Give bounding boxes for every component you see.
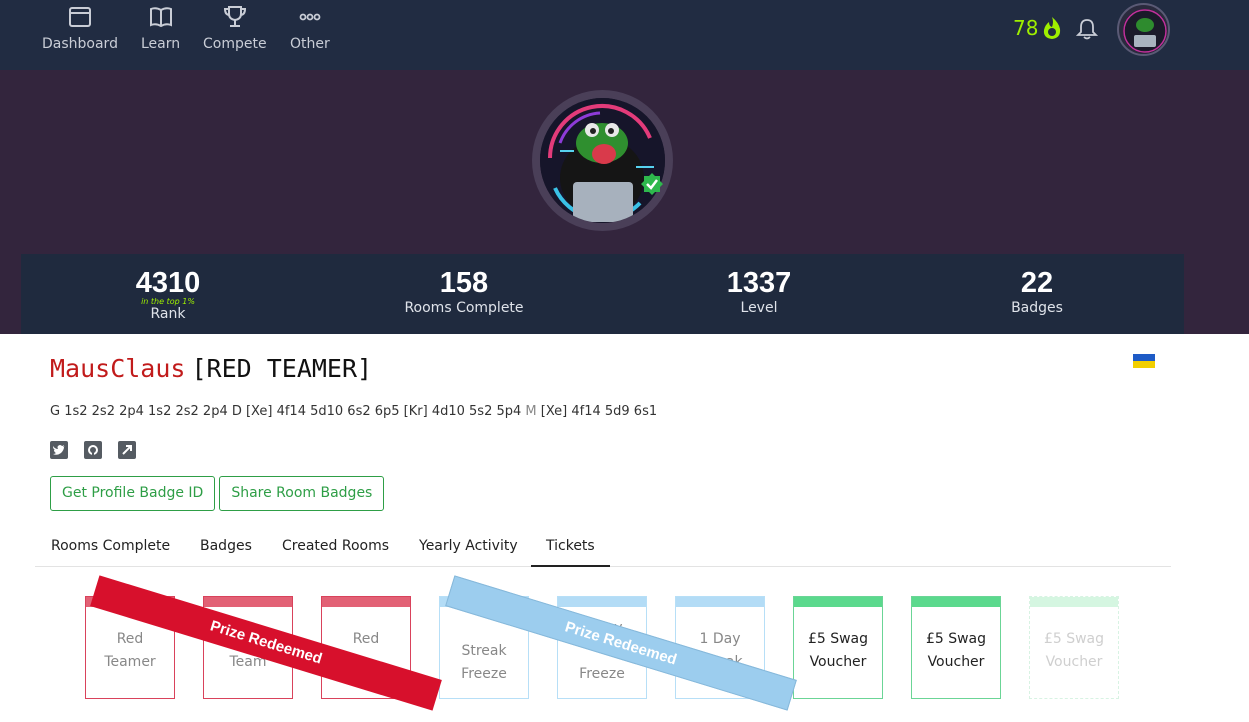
nav-compete[interactable]: Compete bbox=[203, 4, 267, 52]
rank-percentile-note: in the top 1% bbox=[141, 297, 195, 306]
twitter-icon[interactable] bbox=[50, 441, 68, 459]
username: MausClaus bbox=[50, 354, 186, 383]
nav-learn-label: Learn bbox=[141, 36, 181, 52]
avatar-image bbox=[1123, 9, 1167, 53]
stat-badges: 22 Badges bbox=[957, 266, 1117, 316]
bio-text-part1: G 1s2 2s2 2p4 1s2 2s2 2p4 D [Xe] 4f14 5d… bbox=[50, 404, 526, 419]
nav-learn[interactable]: Learn bbox=[141, 4, 180, 52]
ticket-swag-voucher[interactable]: £5 Swag Voucher bbox=[793, 596, 883, 699]
ticket-line: Streak bbox=[461, 643, 507, 659]
profile-tabs: Rooms Complete Badges Created Rooms Year… bbox=[35, 532, 1171, 567]
share-room-badges-button[interactable]: Share Room Badges bbox=[219, 476, 385, 511]
stat-level: 1337 Level bbox=[679, 266, 839, 316]
tab-tickets[interactable]: Tickets bbox=[531, 532, 610, 567]
browser-window-icon bbox=[68, 7, 91, 27]
ticket-line: £5 Swag bbox=[1043, 631, 1105, 647]
ticket-swag-voucher-locked[interactable]: £5 Swag Voucher bbox=[1029, 596, 1119, 699]
external-link-icon[interactable] bbox=[118, 441, 136, 459]
stats-bar: 4310 in the top 1% Rank 158 Rooms Comple… bbox=[21, 254, 1184, 334]
bio-text-part2: [Xe] 4f14 5d9 6s1 bbox=[536, 404, 658, 419]
ticket-swag-voucher[interactable]: £5 Swag Voucher bbox=[911, 596, 1001, 699]
notifications-bell-icon[interactable] bbox=[1075, 17, 1099, 45]
github-icon[interactable] bbox=[84, 441, 102, 459]
open-book-icon bbox=[149, 7, 172, 28]
ticket-line: Voucher bbox=[809, 654, 867, 670]
bio-text-m: M bbox=[525, 404, 537, 419]
badges-value: 22 bbox=[1020, 267, 1054, 299]
ellipsis-icon bbox=[299, 13, 321, 21]
rooms-complete-label: Rooms Complete bbox=[404, 300, 524, 316]
nav-dashboard[interactable]: Dashboard bbox=[42, 4, 118, 52]
ticket-line: Teamer bbox=[104, 654, 156, 670]
trophy-icon bbox=[223, 6, 246, 27]
user-avatar-menu[interactable] bbox=[1117, 3, 1170, 56]
tab-badges[interactable]: Badges bbox=[185, 532, 267, 567]
tab-yearly-activity[interactable]: Yearly Activity bbox=[404, 532, 533, 567]
profile-panel: MausClaus [RED TEAMER] G 1s2 2s2 2p4 1s2 … bbox=[21, 334, 1184, 722]
nav-compete-label: Compete bbox=[203, 36, 267, 52]
rank-label: Rank bbox=[150, 306, 186, 322]
nav-dashboard-label: Dashboard bbox=[42, 36, 118, 52]
get-profile-badge-id-button[interactable]: Get Profile Badge ID bbox=[50, 476, 216, 511]
tab-created-rooms[interactable]: Created Rooms bbox=[267, 532, 404, 567]
user-title: [RED TEAMER] bbox=[191, 354, 373, 383]
country-flag-icon bbox=[1133, 354, 1155, 368]
ticket-line: Freeze bbox=[461, 666, 507, 682]
ticket-line: £5 Swag bbox=[925, 631, 987, 647]
ticket-line: Freeze bbox=[579, 666, 625, 682]
stat-rooms-complete: 158 Rooms Complete bbox=[384, 266, 544, 316]
ticket-line: Red bbox=[116, 631, 144, 647]
streak-counter[interactable]: 78 bbox=[1013, 16, 1063, 40]
verified-check-icon bbox=[641, 173, 663, 195]
ticket-line: Voucher bbox=[1045, 654, 1103, 670]
ticket-line: Voucher bbox=[927, 654, 985, 670]
profile-bio: G 1s2 2s2 2p4 1s2 2s2 2p4 D [Xe] 4f14 5d… bbox=[50, 404, 657, 419]
top-navbar: Dashboard Learn Compete Other 78 bbox=[0, 0, 1249, 70]
level-label: Level bbox=[740, 300, 778, 316]
flame-icon bbox=[1044, 17, 1061, 39]
hacker-frog-avatar-image bbox=[540, 98, 665, 223]
streak-count: 78 bbox=[1013, 16, 1039, 40]
ticket-line: £5 Swag bbox=[807, 631, 869, 647]
badges-label: Badges bbox=[1011, 300, 1063, 316]
tab-rooms-complete[interactable]: Rooms Complete bbox=[36, 532, 185, 567]
nav-other-label: Other bbox=[290, 36, 330, 52]
social-links bbox=[50, 441, 136, 459]
profile-action-buttons: Get Profile Badge ID Share Room Badges bbox=[50, 476, 385, 511]
level-value: 1337 bbox=[726, 267, 792, 299]
profile-username-heading: MausClaus [RED TEAMER] bbox=[50, 354, 372, 383]
nav-other[interactable]: Other bbox=[290, 4, 330, 52]
rank-value: 4310 bbox=[135, 267, 201, 299]
stat-rank: 4310 in the top 1% Rank bbox=[88, 266, 248, 322]
rooms-complete-value: 158 bbox=[439, 267, 489, 299]
profile-avatar bbox=[532, 90, 673, 231]
